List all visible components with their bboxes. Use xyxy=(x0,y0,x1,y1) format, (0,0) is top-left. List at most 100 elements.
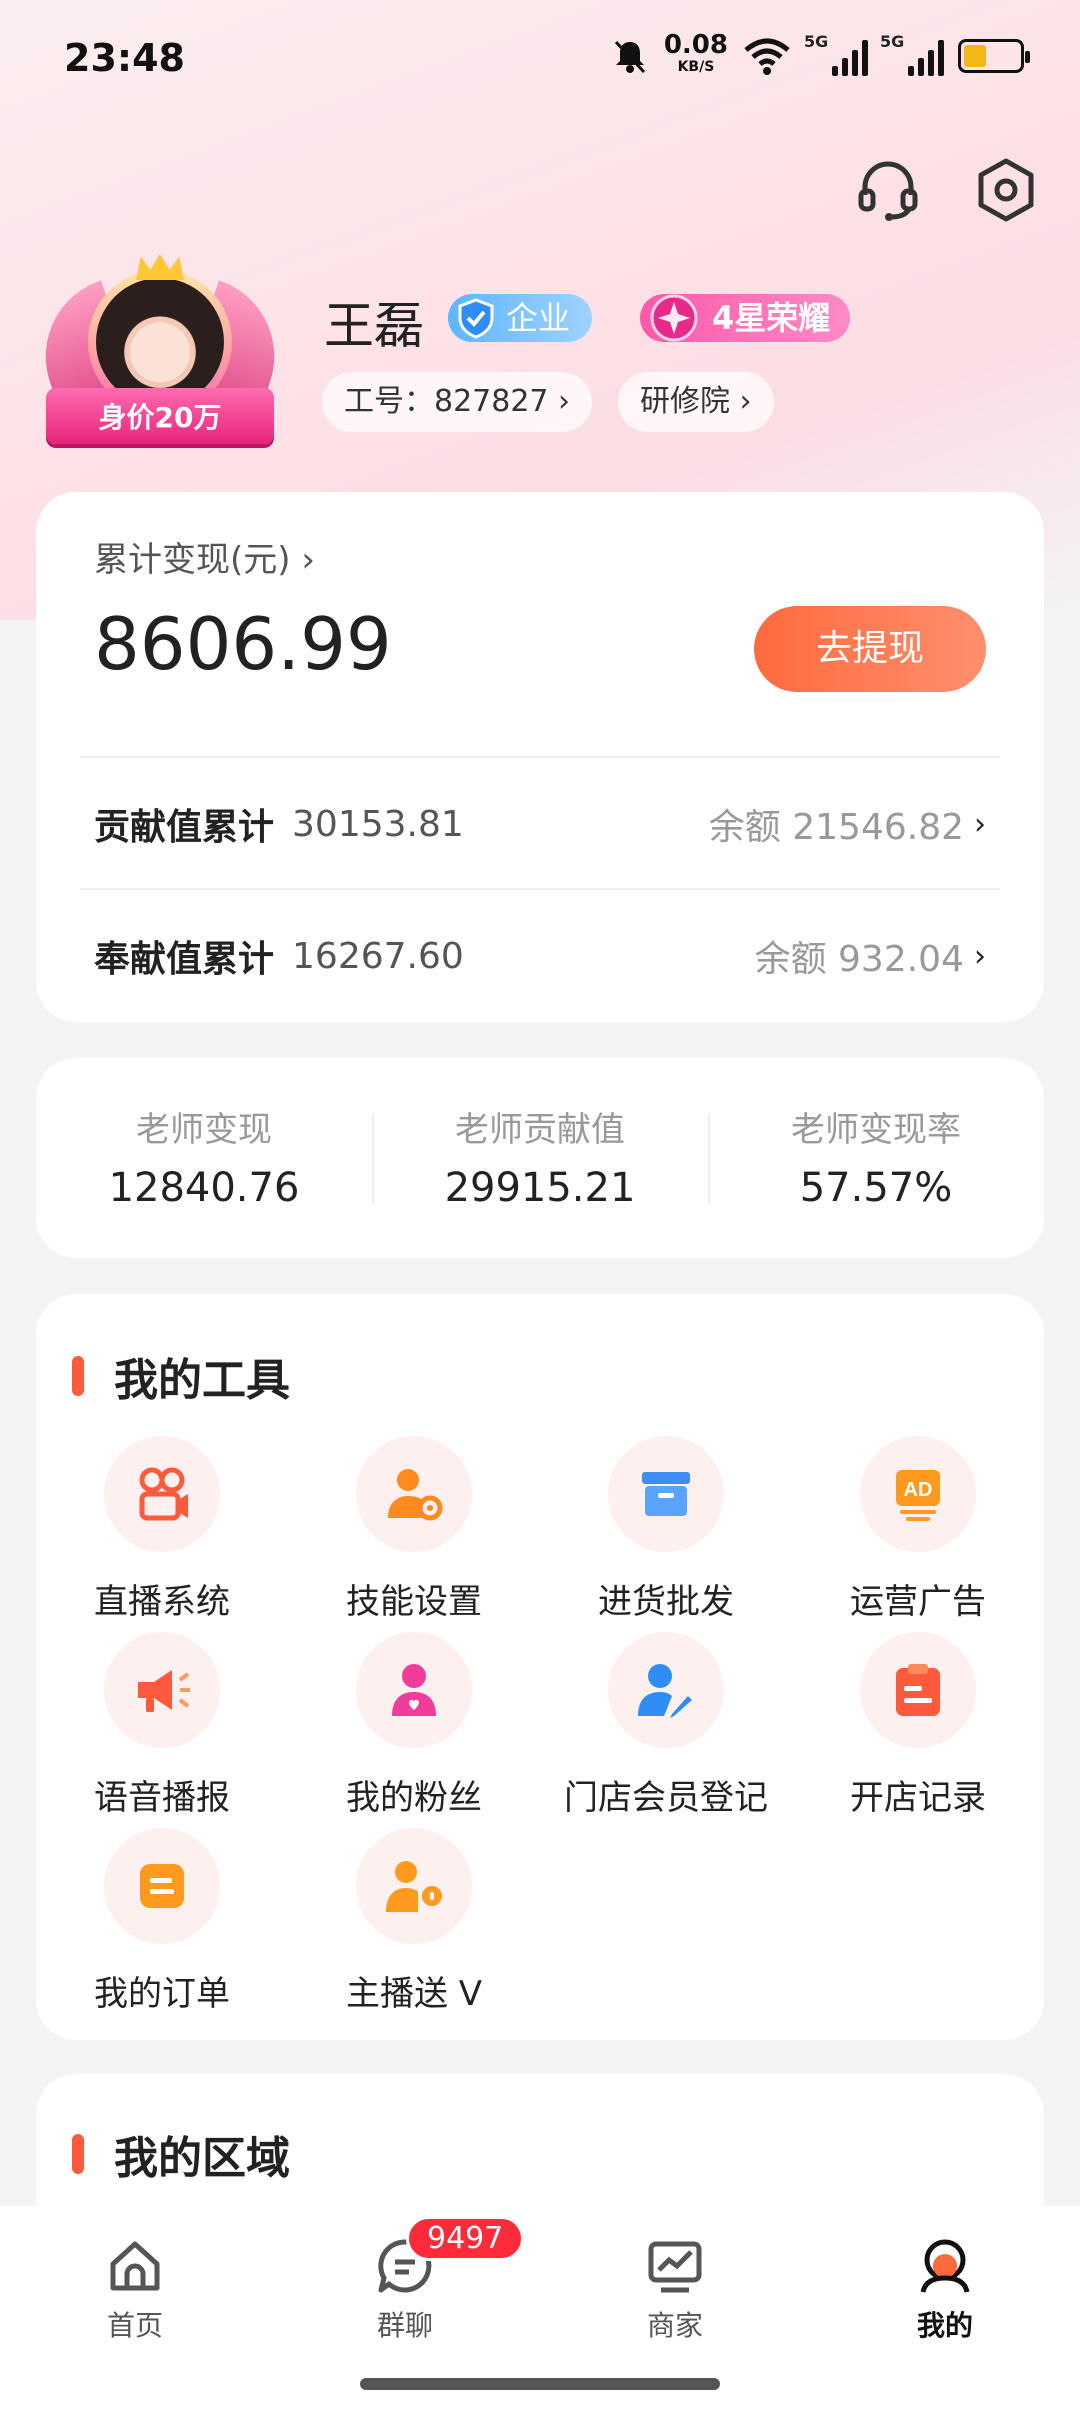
tab-mine[interactable]: 我的 xyxy=(810,2206,1080,2412)
order-icon xyxy=(140,1864,184,1908)
headset-icon xyxy=(858,161,918,221)
star-rank-label: 4星荣耀 xyxy=(712,299,831,337)
signal-1-label: 5G xyxy=(804,32,829,51)
dedication-value: 16267.60 xyxy=(292,935,464,977)
total-earnings-amount: 8606.99 xyxy=(94,602,392,686)
shield-check-icon xyxy=(458,298,494,339)
contribution-label: 贡献值累计 xyxy=(94,807,275,848)
my-tools-card: 我的工具 直播系统 技能设置 进货批发 AD 运营广告 语音播报 我的粉丝 门店… xyxy=(36,1294,1044,2040)
tool-skill-settings[interactable]: 技能设置 xyxy=(288,1436,540,1623)
user-gear-icon xyxy=(388,1469,443,1521)
total-earnings-label[interactable]: 累计变现(元) › xyxy=(94,532,315,581)
chevron-right-icon: › xyxy=(974,938,986,974)
stat-value: 29915.21 xyxy=(444,1165,636,1211)
status-icons: 0.08 KB/S 5G 5G xyxy=(610,32,1030,78)
avatar[interactable]: 身价20万 xyxy=(24,254,296,460)
enterprise-badge: 企业 xyxy=(448,294,593,342)
svg-text:AD: AD xyxy=(904,1479,933,1501)
status-bar: 23:48 0.08 KB/S 5G 5G xyxy=(0,0,1080,120)
signal-1-icon: 5G xyxy=(804,32,868,76)
withdraw-button[interactable]: 去提现 xyxy=(754,606,986,692)
tool-my-fans[interactable]: 我的粉丝 xyxy=(288,1632,540,1819)
user-mic-icon xyxy=(386,1861,442,1912)
tool-ads[interactable]: AD 运营广告 xyxy=(792,1436,1044,1623)
status-time: 23:48 xyxy=(64,36,185,80)
stat-teacher-cashout: 老师变现 12840.76 xyxy=(36,1058,372,1258)
net-speed: 0.08 KB/S xyxy=(664,32,728,78)
tool-store-records[interactable]: 开店记录 xyxy=(792,1632,1044,1819)
tab-home[interactable]: 首页 xyxy=(0,2206,270,2412)
tool-label: 语音播报 xyxy=(94,1778,230,1818)
dedication-balance: 余额 932.04 xyxy=(754,939,964,980)
earnings-card: 累计变现(元) › 8606.99 去提现 贡献值累计 30153.81 余额 … xyxy=(36,492,1044,1022)
academy-link[interactable]: 研修院 › xyxy=(618,372,774,432)
star-medal-icon xyxy=(650,294,698,342)
section-title: 我的工具 xyxy=(72,1344,290,1408)
battery-icon xyxy=(958,39,1030,73)
dedication-label: 奉献值累计 xyxy=(94,939,275,980)
stat-value: 12840.76 xyxy=(108,1165,300,1211)
contribution-balance: 余额 21546.82 xyxy=(708,807,964,848)
divider xyxy=(80,888,1000,890)
video-camera-icon xyxy=(139,1467,188,1521)
home-indicator xyxy=(360,2378,720,2390)
dedication-row[interactable]: 奉献值累计 16267.60 余额 932.04 › xyxy=(94,926,986,986)
tab-label: 首页 xyxy=(106,2309,163,2342)
section-title: 我的区域 xyxy=(72,2122,290,2186)
box-icon xyxy=(642,1472,690,1516)
tool-member-register[interactable]: 门店会员登记 xyxy=(540,1632,792,1819)
megaphone-icon xyxy=(138,1670,190,1712)
tool-label: 进货批发 xyxy=(598,1582,734,1622)
region-title: 我的区域 xyxy=(114,2133,290,2184)
value-ribbon: 身价20万 xyxy=(46,388,274,444)
tool-label: 直播系统 xyxy=(94,1582,230,1622)
employee-id-link[interactable]: 工号：827827 › xyxy=(322,372,593,432)
signal-2-icon: 5G xyxy=(880,32,944,76)
mute-bell-icon xyxy=(614,40,645,74)
tool-label: 我的订单 xyxy=(94,1974,230,2014)
profile-icon xyxy=(920,2239,970,2293)
contribution-value: 30153.81 xyxy=(292,803,464,845)
clipboard-icon xyxy=(896,1664,940,1716)
home-icon xyxy=(110,2241,160,2291)
wifi-icon xyxy=(744,38,790,75)
teacher-stats-card: 老师变现 12840.76 老师贡献值 29915.21 老师变现率 57.57… xyxy=(36,1058,1044,1258)
section-marker xyxy=(72,2134,84,2174)
avatar-photo xyxy=(96,278,224,406)
tool-label: 技能设置 xyxy=(346,1582,482,1622)
tool-label: 运营广告 xyxy=(850,1582,986,1622)
username: 王磊 xyxy=(324,297,424,355)
user-edit-icon xyxy=(638,1664,692,1718)
chart-board-icon xyxy=(648,2241,702,2293)
stat-label: 老师变现率 xyxy=(791,1110,961,1150)
customer-service-button[interactable] xyxy=(848,150,928,230)
settings-button[interactable] xyxy=(966,150,1046,230)
divider xyxy=(80,756,1000,758)
stat-teacher-cashout-rate: 老师变现率 57.57% xyxy=(708,1058,1044,1258)
user-heart-icon xyxy=(392,1664,436,1716)
tab-label: 商家 xyxy=(646,2309,703,2342)
stat-label: 老师变现 xyxy=(136,1110,272,1150)
enterprise-badge-label: 企业 xyxy=(506,299,571,337)
stat-label: 老师贡献值 xyxy=(455,1110,625,1150)
tool-label: 我的粉丝 xyxy=(346,1778,482,1818)
tool-label: 门店会员登记 xyxy=(564,1778,768,1818)
contribution-row[interactable]: 贡献值累计 30153.81 余额 21546.82 › xyxy=(94,794,986,854)
tool-my-orders[interactable]: 我的订单 xyxy=(36,1828,288,2015)
ad-icon: AD xyxy=(896,1470,940,1521)
tool-voice-broadcast[interactable]: 语音播报 xyxy=(36,1632,288,1819)
star-rank-badge: 4星荣耀 xyxy=(640,294,851,342)
stat-value: 57.57% xyxy=(799,1165,953,1211)
chevron-right-icon: › xyxy=(974,806,986,842)
settings-hex-icon xyxy=(978,158,1034,222)
section-marker xyxy=(72,1356,84,1396)
tab-label: 我的 xyxy=(916,2309,973,2342)
tool-wholesale[interactable]: 进货批发 xyxy=(540,1436,792,1623)
tools-title: 我的工具 xyxy=(114,1355,290,1406)
unread-badge: 9497 xyxy=(406,2216,525,2261)
tool-host-send-v[interactable]: 主播送 V xyxy=(288,1828,540,2015)
signal-2-label: 5G xyxy=(880,32,905,51)
tool-live-system[interactable]: 直播系统 xyxy=(36,1436,288,1623)
tool-label: 主播送 V xyxy=(345,1974,483,2014)
stat-teacher-contribution: 老师贡献值 29915.21 xyxy=(372,1058,708,1258)
